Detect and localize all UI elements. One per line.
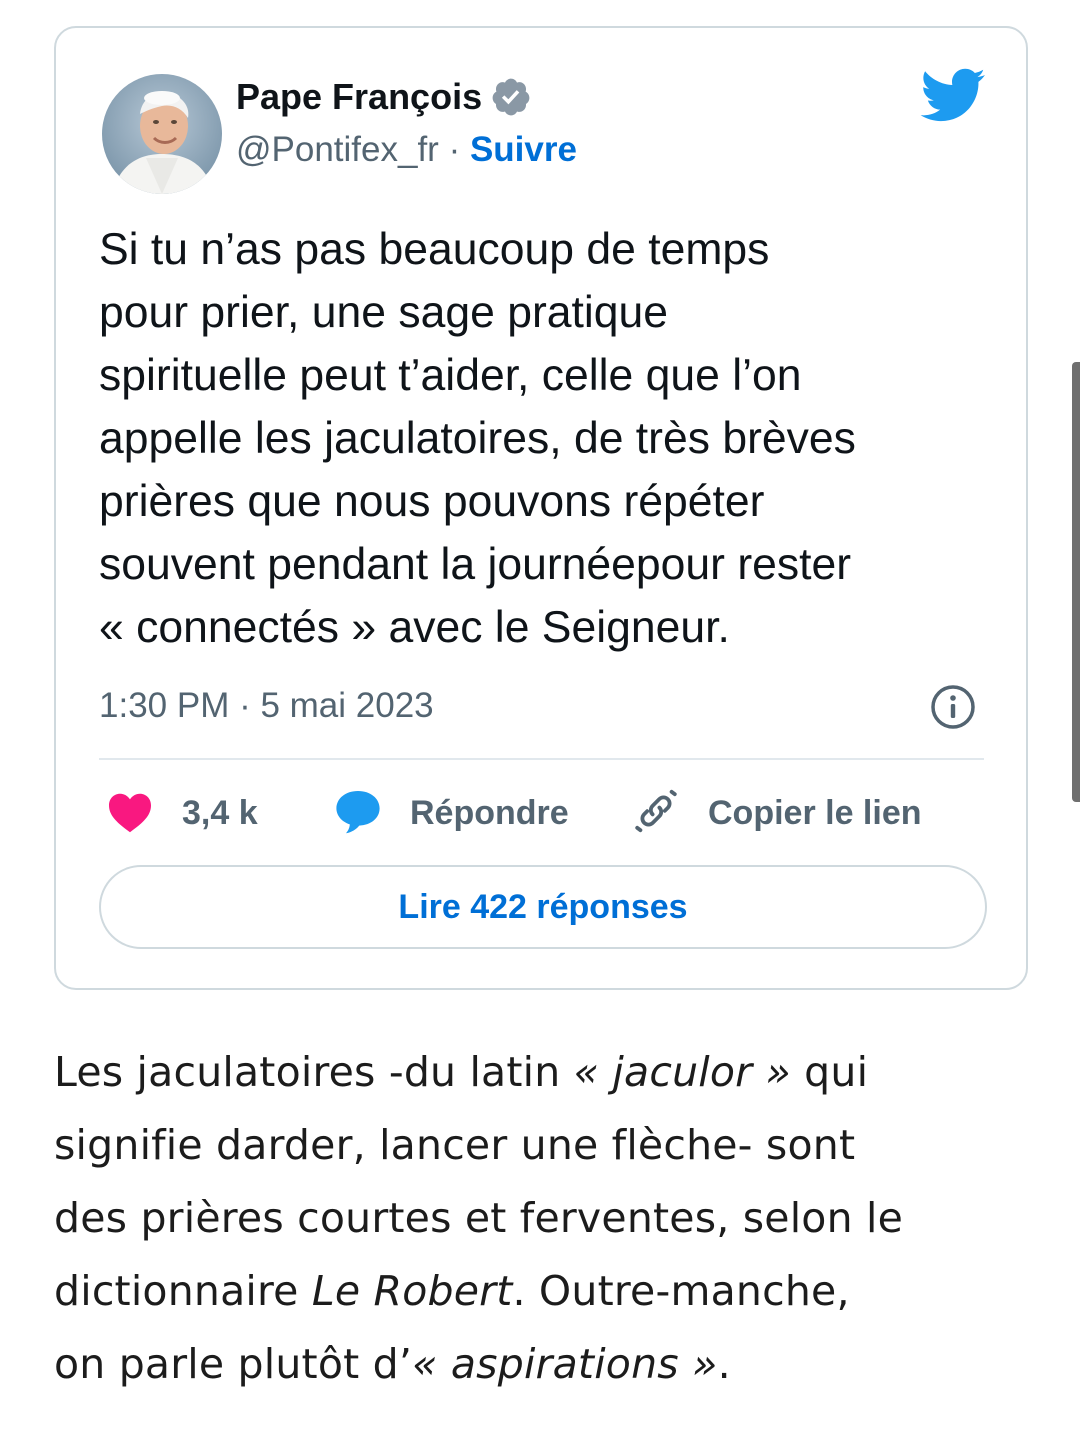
article-text: . Outre-manche, xyxy=(512,1267,850,1315)
article-text: dictionnaire xyxy=(54,1267,312,1315)
handle-row: @Pontifex_fr · Suivre xyxy=(236,130,577,170)
divider xyxy=(99,758,984,760)
likes-count: 3,4 k xyxy=(182,793,258,832)
read-replies-label: Lire 422 réponses xyxy=(398,887,688,926)
like-button[interactable]: 3,4 k xyxy=(106,788,258,838)
info-icon[interactable] xyxy=(930,684,976,730)
tweet-timestamp[interactable]: 1:30 PM · 5 mai 2023 xyxy=(99,684,434,728)
article-paragraph: Les jaculatoires -du latin « jaculor » q… xyxy=(54,1036,1044,1401)
read-replies-button[interactable]: Lire 422 réponses xyxy=(99,865,987,949)
tweet-text-line: spirituelle peut t’aider, celle que l’on xyxy=(99,351,802,400)
author-handle[interactable]: @Pontifex_fr xyxy=(236,130,439,169)
tweet-text: Si tu n’as pas beaucoup de temps pour pr… xyxy=(99,218,999,659)
article-text: . xyxy=(717,1340,731,1388)
handle-separator: · xyxy=(438,130,470,169)
avatar[interactable] xyxy=(102,74,222,194)
follow-button[interactable]: Suivre xyxy=(470,130,577,169)
article-line: des prières courtes et ferventes, selon … xyxy=(54,1194,904,1242)
heart-icon xyxy=(106,789,154,838)
verified-badge-icon xyxy=(490,76,532,118)
copy-link-label: Copier le lien xyxy=(708,793,922,832)
article-italic-term: « jaculor » xyxy=(573,1048,791,1096)
tweet-text-line: appelle les jaculatoires, de très brèves xyxy=(99,414,856,463)
tweet-text-line: Si tu n’as pas beaucoup de temps xyxy=(99,225,770,274)
scrollbar[interactable] xyxy=(1072,362,1080,802)
reply-label: Répondre xyxy=(410,793,569,832)
tweet-text-line: pour prier, une sage pratique xyxy=(99,288,669,337)
article-text: qui xyxy=(790,1048,869,1096)
article-line: dictionnaire Le Robert. Outre-manche, xyxy=(54,1255,1044,1328)
article-line: Les jaculatoires -du latin « jaculor » q… xyxy=(54,1036,1044,1109)
article-line: on parle plutôt d’« aspirations ». xyxy=(54,1328,1044,1401)
article-italic-term: « aspirations » xyxy=(412,1340,718,1388)
author-name[interactable]: Pape François xyxy=(236,77,482,117)
tweet-text-line: souvent pendant la journéepour rester xyxy=(99,540,852,589)
tweet-text-line: prières que nous pouvons répéter xyxy=(99,477,765,526)
article-italic-term: Le Robert xyxy=(311,1267,513,1315)
article-text: Les jaculatoires -du latin xyxy=(54,1048,574,1096)
article-text: on parle plutôt d’ xyxy=(54,1340,413,1388)
tweet-text-line: « connectés » avec le Seigneur. xyxy=(99,603,730,652)
author-name-row: Pape François xyxy=(236,76,532,118)
tweet-actions: 3,4 k Répondre Copier le lien xyxy=(106,788,986,838)
twitter-bird-icon[interactable] xyxy=(918,66,986,124)
copy-link-button[interactable]: Copier le lien xyxy=(632,788,922,838)
article-line: signifie darder, lancer une flèche- sont xyxy=(54,1121,856,1169)
link-icon xyxy=(632,787,680,840)
reply-button[interactable]: Répondre xyxy=(334,788,569,838)
tweet-embed-card: Pape François @Pontifex_fr · Suivre Si t… xyxy=(54,26,1028,990)
reply-bubble-icon xyxy=(334,788,382,839)
